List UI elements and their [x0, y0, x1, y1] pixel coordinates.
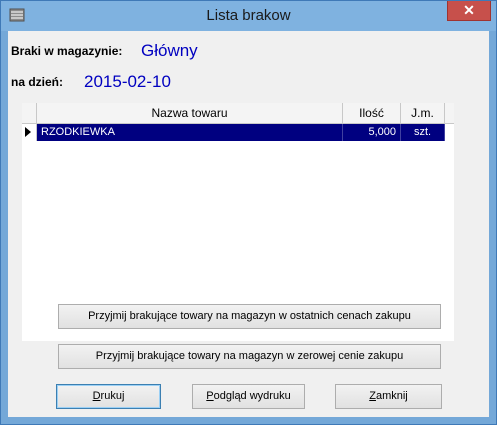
dialog-window: Lista brakow ✕ Braki w magazynie: Główny…	[0, 0, 497, 425]
cell-unit[interactable]: szt.	[401, 124, 445, 141]
close-icon: ✕	[463, 2, 475, 18]
close-window-button[interactable]: ✕	[447, 1, 491, 21]
close-button[interactable]: Zamknij	[335, 384, 442, 409]
cell-qty[interactable]: 5,000	[343, 124, 401, 141]
window-title: Lista brakow	[206, 7, 291, 24]
title-bar[interactable]: Lista brakow ✕	[1, 1, 496, 31]
accept-last-price-button[interactable]: Przyjmij brakujące towary na magazyn w o…	[58, 304, 441, 329]
close-label: amknij	[375, 390, 408, 402]
cell-name[interactable]: RZODKIEWKA	[37, 124, 343, 141]
preview-label: odgląd wydruku	[213, 390, 291, 402]
date-value: 2015-02-10	[84, 72, 171, 91]
warehouse-label: Braki w magazynie:	[11, 44, 123, 58]
print-accel: D	[92, 390, 101, 402]
indicator-header	[22, 103, 37, 123]
column-header-qty[interactable]: Ilość	[343, 103, 401, 123]
print-label: rukuj	[100, 390, 125, 402]
grid-header: Nazwa towaru Ilość J.m.	[22, 103, 454, 124]
accept-zero-price-button[interactable]: Przyjmij brakujące towary na magazyn w z…	[58, 344, 441, 369]
row-indicator	[22, 124, 37, 141]
preview-accel: P	[206, 390, 214, 402]
date-label: na dzień:	[11, 75, 64, 89]
column-header-name[interactable]: Nazwa towaru	[37, 103, 343, 123]
print-preview-button[interactable]: Podgląd wydruku	[192, 384, 305, 409]
dialog-body: Braki w magazynie: Główny na dzień: 2015…	[8, 31, 489, 417]
print-button[interactable]: Drukuj	[56, 384, 161, 409]
warehouse-value: Główny	[141, 41, 198, 60]
row-pointer-icon	[25, 127, 31, 137]
column-header-unit[interactable]: J.m.	[401, 103, 445, 123]
close-accel: Z	[369, 390, 376, 402]
table-row[interactable]: RZODKIEWKA 5,000 szt.	[22, 124, 454, 141]
